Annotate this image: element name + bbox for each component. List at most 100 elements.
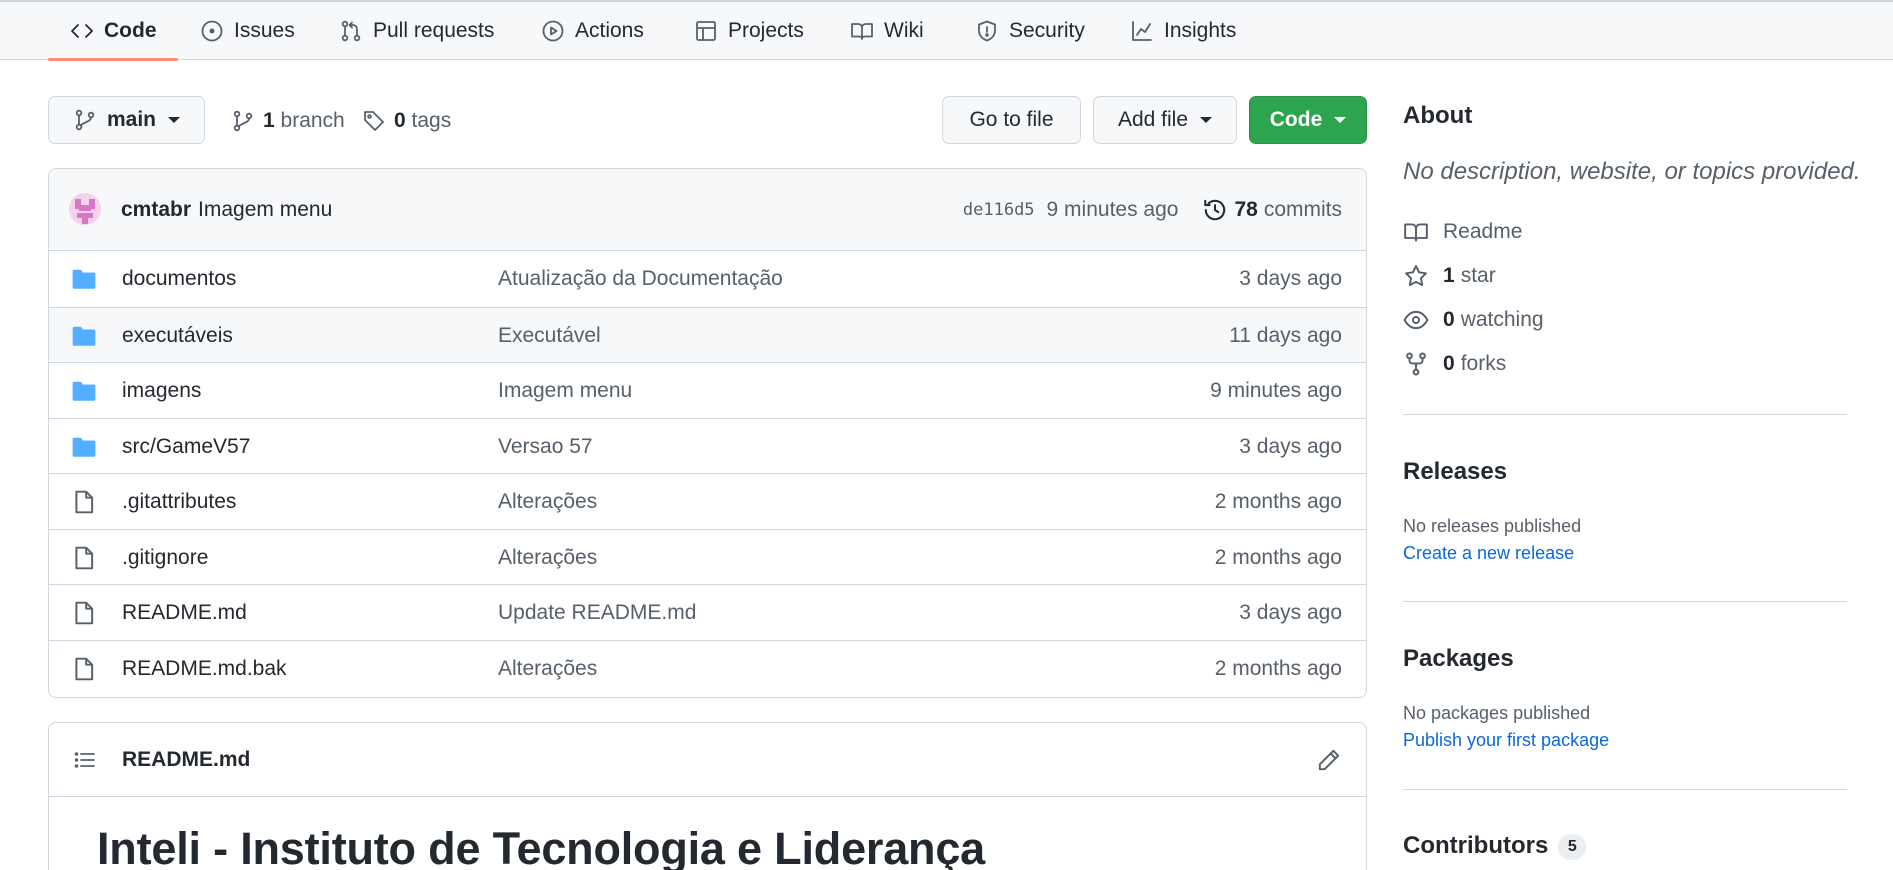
tab-insights[interactable]: Insights: [1130, 2, 1236, 60]
file-icon: [75, 657, 94, 680]
code-button[interactable]: Code: [1249, 96, 1367, 144]
readme-header: README.md: [49, 723, 1366, 797]
branch-name: main: [106, 108, 156, 131]
chevron-down-icon: [1200, 117, 1213, 123]
add-file-button[interactable]: Add file: [1093, 96, 1237, 144]
file-row[interactable]: .gitattributes Alterações 2 months ago: [49, 473, 1366, 529]
tag-count: 0: [394, 109, 406, 132]
tab-issues[interactable]: Issues: [200, 2, 295, 60]
commit-message[interactable]: Imagem menu: [198, 198, 332, 222]
file-commit-message[interactable]: Atualização da Documentação: [498, 251, 783, 307]
file-name[interactable]: .gitignore: [122, 530, 208, 586]
file-name[interactable]: documentos: [122, 251, 236, 307]
folder-icon: [72, 269, 96, 289]
pencil-icon[interactable]: [1316, 747, 1342, 773]
chevron-down-icon: [1334, 117, 1347, 123]
file-row[interactable]: .gitignore Alterações 2 months ago: [49, 528, 1366, 586]
releases-title[interactable]: Releases: [1403, 458, 1507, 486]
file-commit-message[interactable]: Imagem menu: [498, 363, 632, 419]
watchers-link[interactable]: 0 watching: [1403, 304, 1544, 336]
play-icon: [542, 20, 564, 42]
file-age: 2 months ago: [1214, 490, 1342, 513]
tab-security[interactable]: Security: [975, 2, 1085, 60]
file-icon: [75, 546, 94, 569]
code-button-label: Code: [1269, 108, 1323, 131]
file-row[interactable]: README.md.bak Alterações 2 months ago: [49, 639, 1366, 697]
graph-icon: [1132, 21, 1152, 41]
tab-label: Projects: [728, 19, 804, 42]
tab-label: Issues: [234, 19, 295, 42]
go-to-file-button[interactable]: Go to file: [942, 96, 1081, 144]
git-branch-icon: [75, 109, 95, 131]
branches-link[interactable]: 1 branch: [231, 103, 345, 139]
file-name[interactable]: executáveis: [122, 308, 233, 364]
git-branch-icon: [233, 110, 253, 132]
forks-link[interactable]: 0 forks: [1403, 348, 1506, 380]
file-row[interactable]: README.md Update README.md 3 days ago: [49, 584, 1366, 640]
repo-nav: Code Issues Pull requests Actions Projec…: [0, 0, 1893, 61]
commit-author[interactable]: cmtabr: [121, 198, 191, 222]
add-file-label: Add file: [1117, 108, 1189, 131]
tab-label: Pull requests: [373, 19, 495, 42]
tab-code[interactable]: Code: [70, 2, 157, 60]
forks-count: 0: [1443, 352, 1455, 375]
file-name[interactable]: README.md: [122, 585, 247, 641]
tags-link[interactable]: 0 tags: [362, 103, 451, 139]
list-unordered-icon[interactable]: [73, 748, 97, 772]
folder-icon: [72, 437, 96, 457]
tab-wiki[interactable]: Wiki: [850, 2, 924, 60]
git-pull-request-icon: [341, 20, 361, 42]
sidebar-divider: [1403, 789, 1847, 790]
contributors-count-badge: 5: [1558, 833, 1587, 860]
file-name[interactable]: imagens: [122, 363, 201, 419]
file-age: 11 days ago: [1229, 323, 1342, 347]
packages-title[interactable]: Packages: [1403, 645, 1514, 673]
file-commit-message[interactable]: Update README.md: [498, 585, 696, 641]
commit-meta: de116d5 9 minutes ago 78 commits: [963, 169, 1342, 251]
tag-icon: [364, 111, 384, 131]
contributors-title: Contributors: [1403, 832, 1549, 859]
readme-panel: README.md Inteli - Instituto de Tecnolog…: [48, 722, 1367, 870]
file-row[interactable]: imagens Imagem menu 9 minutes ago: [49, 362, 1366, 418]
branch-selector[interactable]: main: [48, 96, 205, 144]
file-row[interactable]: src/GameV57 Versao 57 3 days ago: [49, 417, 1366, 475]
star-icon: [1405, 265, 1427, 287]
file-name[interactable]: README.md.bak: [122, 641, 287, 697]
about-description: No description, website, or topics provi…: [1403, 158, 1861, 185]
readme-filename[interactable]: README.md: [122, 723, 250, 797]
file-icon: [75, 490, 94, 514]
branch-count: 1: [263, 109, 275, 132]
avatar[interactable]: [69, 193, 101, 225]
tab-pull-requests[interactable]: Pull requests: [339, 2, 494, 60]
readme-link[interactable]: Readme: [1403, 216, 1522, 248]
tag-label: tags: [411, 109, 452, 132]
stars-link[interactable]: 1 star: [1403, 260, 1496, 292]
readme-heading: Inteli - Instituto de Tecnologia e Lider…: [97, 823, 985, 870]
stars-count: 1: [1443, 264, 1455, 287]
create-release-link[interactable]: Create a new release: [1403, 543, 1574, 564]
file-row[interactable]: documentos Atualização da Documentação 3 d…: [49, 251, 1366, 307]
contributors-heading[interactable]: Contributors 5: [1403, 832, 1587, 860]
commit-label: commits: [1263, 198, 1342, 221]
code-icon: [71, 24, 93, 38]
tab-actions[interactable]: Actions: [541, 2, 644, 60]
file-commit-message[interactable]: Executável: [498, 308, 601, 364]
file-commit-message[interactable]: Alterações: [498, 474, 597, 530]
commit-time: 9 minutes ago: [1046, 198, 1179, 221]
file-age: 3 days ago: [1239, 601, 1342, 624]
eye-icon: [1403, 310, 1429, 330]
commit-sha[interactable]: de116d5: [963, 200, 1035, 220]
file-commit-message[interactable]: Alterações: [498, 641, 597, 697]
file-commit-message[interactable]: Alterações: [498, 530, 597, 586]
tab-projects[interactable]: Projects: [694, 2, 804, 60]
file-row[interactable]: executáveis Executável 11 days ago: [49, 306, 1366, 364]
shield-icon: [978, 20, 996, 42]
file-commit-message[interactable]: Versao 57: [498, 419, 593, 475]
publish-package-link[interactable]: Publish your first package: [1403, 730, 1609, 751]
watching-label: watching: [1460, 308, 1544, 331]
commits-link[interactable]: 78 commits: [1202, 197, 1342, 223]
file-age: 3 days ago: [1239, 434, 1342, 458]
file-name[interactable]: src/GameV57: [122, 419, 250, 475]
file-name[interactable]: .gitattributes: [122, 474, 236, 530]
go-to-file-label: Go to file: [969, 108, 1054, 131]
